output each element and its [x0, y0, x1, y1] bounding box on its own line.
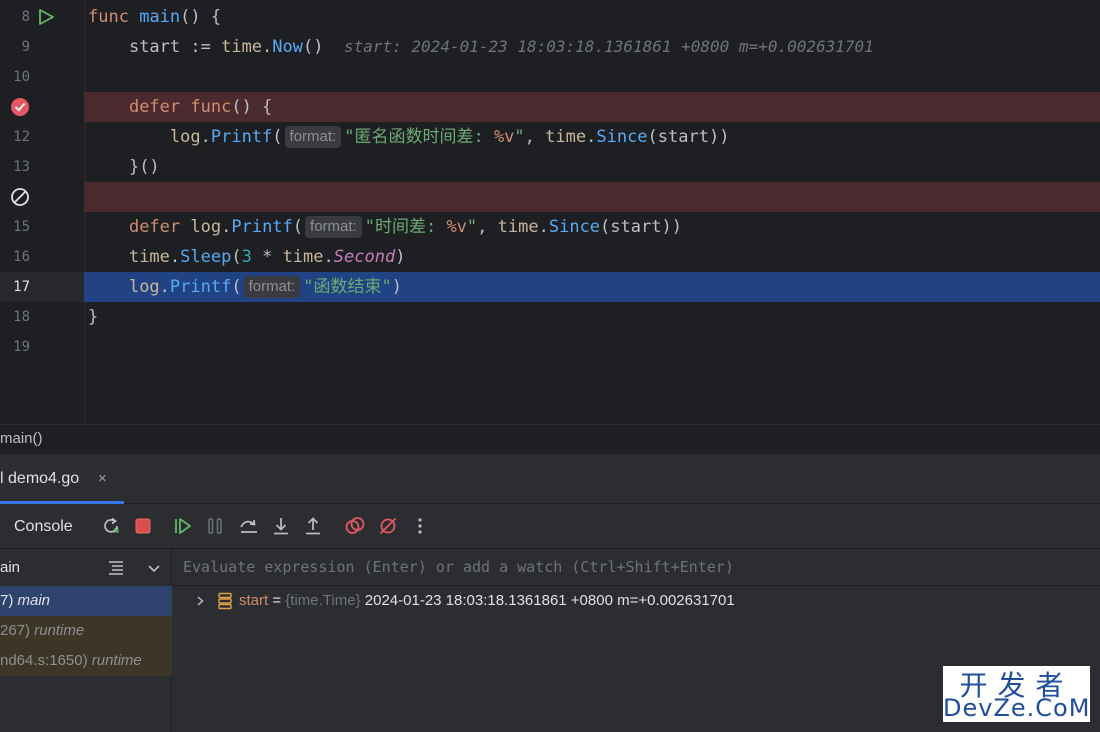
code-line-17-current[interactable]: 17 log.Printf(format: "函数结束"): [0, 272, 1100, 302]
gutter[interactable]: 18: [0, 302, 84, 332]
gutter[interactable]: [0, 182, 84, 212]
mute-breakpoints-icon[interactable]: [377, 515, 399, 537]
step-into-icon[interactable]: [270, 515, 292, 537]
breadcrumb-item[interactable]: main(): [0, 430, 43, 447]
variable-row[interactable]: start = {time.Time} 2024-01-23 18:03:18.…: [173, 586, 1100, 616]
stack-frame[interactable]: nd64.s:1650) runtime: [0, 646, 172, 676]
gutter[interactable]: [0, 92, 84, 122]
code-editor[interactable]: 8 func main() { 9 start := time.Now() st…: [0, 0, 1100, 424]
struct-icon: [218, 592, 232, 610]
gutter[interactable]: 8: [0, 2, 84, 32]
view-breakpoints-icon[interactable]: [344, 515, 366, 537]
code-text: }(): [128, 157, 160, 177]
tab-prefix: l: [0, 470, 4, 487]
gutter[interactable]: 19: [0, 332, 84, 362]
stack-frame[interactable]: 7) main: [0, 586, 172, 616]
stop-icon[interactable]: [132, 515, 154, 537]
tab-console[interactable]: Console: [14, 504, 73, 549]
line-number: 10: [13, 69, 30, 85]
gutter[interactable]: 16: [0, 242, 84, 272]
code-line-11[interactable]: defer func() {: [0, 92, 1100, 122]
code-text: log.Printf(format: "匿名函数时间差: %v", time.Si…: [169, 126, 730, 148]
code-text: start := time.Now() start: 2024-01-23 18…: [128, 37, 874, 57]
gutter[interactable]: 9: [0, 32, 84, 62]
parameter-hint: format:: [284, 126, 342, 148]
debug-toolbar: Console: [0, 504, 1100, 549]
goroutine-label: ain: [0, 559, 21, 576]
run-icon[interactable]: [36, 7, 56, 27]
debug-tool-window: l demo4.go × Console ain 7) main 267) ru…: [0, 454, 1100, 732]
parameter-hint: format:: [243, 276, 301, 298]
more-options-icon[interactable]: [409, 515, 431, 537]
breadcrumb[interactable]: main(): [0, 424, 1100, 454]
inline-value-hint: start: 2024-01-23 18:03:18.1361861 +0800…: [343, 37, 874, 56]
line-number: 19: [13, 339, 30, 355]
code-line-14[interactable]: [0, 182, 1100, 212]
step-over-icon[interactable]: [238, 515, 260, 537]
code-line-9[interactable]: 9 start := time.Now() start: 2024-01-23 …: [0, 32, 1100, 62]
code-text: func main() {: [88, 7, 222, 27]
gutter[interactable]: 10: [0, 62, 84, 92]
line-number: 13: [13, 159, 30, 175]
code-line-19[interactable]: 19: [0, 332, 1100, 362]
code-text: log.Printf(format: "函数结束"): [84, 272, 1100, 302]
line-number: 12: [13, 129, 30, 145]
line-number: 18: [13, 309, 30, 325]
variable-text: start = {time.Time} 2024-01-23 18:03:18.…: [239, 592, 735, 609]
chevron-down-icon[interactable]: [146, 560, 162, 576]
code-text: time.Sleep(3 * time.Second): [128, 247, 406, 267]
line-number: 8: [21, 9, 30, 25]
chevron-right-icon[interactable]: [193, 594, 207, 608]
goroutine-selector[interactable]: ain: [0, 549, 172, 586]
tab-demo4[interactable]: l demo4.go: [0, 454, 79, 504]
code-text: defer log.Printf(format: "时间差: %v", time.…: [128, 216, 682, 238]
gutter[interactable]: 13: [0, 152, 84, 182]
gutter[interactable]: 17: [0, 272, 84, 302]
tab-label: demo4.go: [8, 470, 80, 487]
breakpoint-disabled-icon[interactable]: [10, 187, 30, 207]
code-line-16[interactable]: 16 time.Sleep(3 * time.Second): [0, 242, 1100, 272]
list-icon[interactable]: [106, 558, 126, 578]
stack-frame[interactable]: 267) runtime: [0, 616, 172, 646]
line-number: 9: [21, 39, 30, 55]
line-number: 15: [13, 219, 30, 235]
gutter[interactable]: 15: [0, 212, 84, 242]
code-text: }: [88, 307, 99, 327]
code-line-18[interactable]: 18 }: [0, 302, 1100, 332]
code-line-15[interactable]: 15 defer log.Printf(format: "时间差: %v", ti…: [0, 212, 1100, 242]
breakpoint-verified-icon[interactable]: [10, 97, 30, 117]
code-line-8[interactable]: 8 func main() {: [0, 2, 1100, 32]
code-line-10[interactable]: 10: [0, 62, 1100, 92]
evaluate-expression-input[interactable]: Evaluate expression (Enter) or add a wat…: [173, 549, 1100, 586]
rerun-icon[interactable]: [100, 515, 122, 537]
line-number: 16: [13, 249, 30, 265]
code-line-12[interactable]: 12 log.Printf(format: "匿名函数时间差: %v", time…: [0, 122, 1100, 152]
resume-icon[interactable]: [172, 515, 194, 537]
step-out-icon[interactable]: [302, 515, 324, 537]
code-line-13[interactable]: 13 }(): [0, 152, 1100, 182]
frames-panel: ain 7) main 267) runtime nd64.s:1650) ru…: [0, 549, 172, 732]
watermark-logo: 开发者 DevZe.CoM: [943, 666, 1090, 722]
code-text: defer func() {: [128, 97, 273, 117]
pause-icon[interactable]: [204, 515, 226, 537]
parameter-hint: format:: [305, 216, 362, 238]
watermark-bottom: DevZe.CoM: [943, 694, 1091, 722]
gutter[interactable]: 12: [0, 122, 84, 152]
debug-tabs: l demo4.go ×: [0, 454, 1100, 504]
close-icon[interactable]: ×: [98, 454, 107, 504]
line-number: 17: [13, 279, 30, 295]
